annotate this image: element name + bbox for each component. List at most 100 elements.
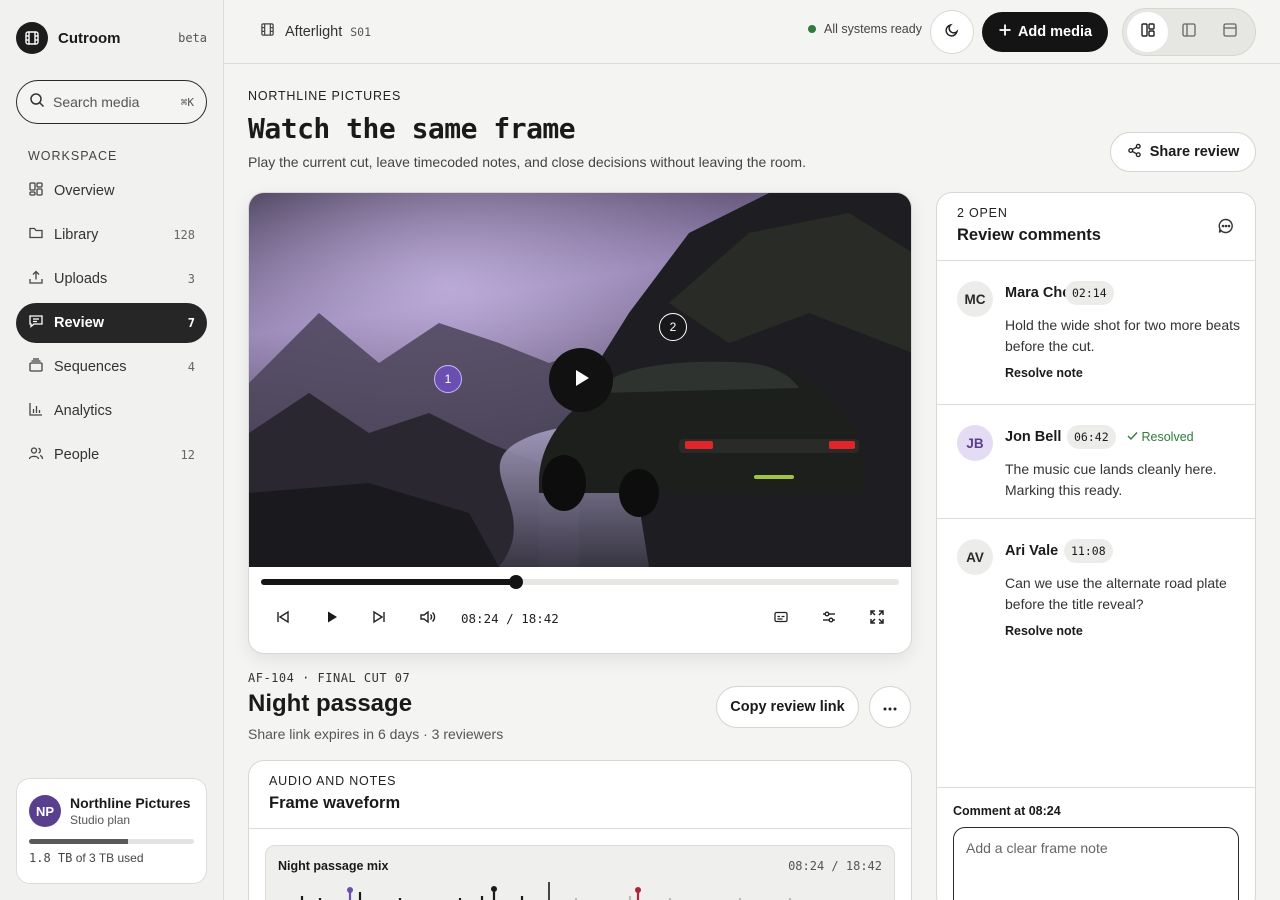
- share-review-label: Share review: [1149, 144, 1240, 160]
- sidebar-item-uploads[interactable]: Uploads 3: [16, 259, 207, 299]
- sidebar-item-label: Library: [54, 227, 99, 243]
- storage-used: 1.8 TB of 3 TB used: [29, 851, 194, 865]
- window-layout-icon: [1222, 22, 1238, 43]
- play-icon: [324, 609, 340, 630]
- scrubber-progress: [261, 579, 517, 585]
- layers-icon: [28, 357, 44, 377]
- page-title: Watch the same frame: [248, 112, 576, 145]
- avatar: MC: [957, 281, 993, 317]
- search-input[interactable]: Search media ⌘K: [16, 80, 207, 124]
- copy-review-link-button[interactable]: Copy review link: [716, 686, 859, 728]
- search-placeholder: Search media: [53, 94, 140, 110]
- sidebar-item-people[interactable]: People 12: [16, 435, 207, 475]
- theme-toggle-button[interactable]: [930, 10, 974, 54]
- people-icon: [28, 445, 44, 465]
- topbar: Afterlight S01 All systems ready Add med…: [224, 0, 1280, 64]
- sidebar-item-review[interactable]: Review 7: [16, 303, 207, 343]
- divider: [249, 828, 911, 829]
- comment-bubble-icon[interactable]: [1217, 217, 1235, 240]
- comment-item[interactable]: AV Ari Vale 11:08 Can we use the alterna…: [937, 519, 1255, 787]
- film-logo-icon: [16, 22, 48, 54]
- avatar: AV: [957, 539, 993, 575]
- sidebar-item-count: 3: [187, 272, 195, 286]
- upload-icon: [28, 269, 44, 289]
- layout-split-button[interactable]: [1127, 12, 1169, 52]
- sidebar-item-count: 128: [173, 228, 195, 242]
- status-text: All systems ready: [824, 22, 922, 36]
- comment-input[interactable]: [953, 827, 1239, 900]
- comment-timecode[interactable]: 02:14: [1065, 281, 1114, 305]
- split-layout-icon: [1140, 22, 1156, 43]
- skip-forward-button[interactable]: [367, 607, 391, 631]
- comment-author: Jon Bell: [1005, 429, 1062, 445]
- sidebar-item-overview[interactable]: Overview: [16, 171, 207, 211]
- account-card[interactable]: NP Northline Pictures Studio plan 1.8 TB…: [16, 778, 207, 884]
- comment-item[interactable]: MC Mara Chen 02:14 Hold the wide shot fo…: [937, 261, 1255, 405]
- comment-marker[interactable]: 1: [434, 365, 462, 393]
- video-frame[interactable]: 1 2: [249, 193, 911, 567]
- skip-back-button[interactable]: [271, 607, 295, 631]
- search-icon: [29, 92, 45, 113]
- scrubber[interactable]: [261, 575, 899, 589]
- app-tag: beta: [178, 31, 207, 45]
- sidebar-item-analytics[interactable]: Analytics: [16, 391, 207, 431]
- sidebar-item-count: 12: [180, 448, 195, 462]
- storage-total: of 3 TB used: [75, 851, 144, 865]
- brand[interactable]: Cutroom beta: [16, 22, 207, 54]
- media-meta: Share link expires in 6 days · 3 reviewe…: [248, 726, 504, 742]
- add-media-button[interactable]: Add media: [982, 12, 1108, 52]
- comment-timecode[interactable]: 11:08: [1064, 539, 1113, 563]
- big-play-button[interactable]: [549, 348, 613, 412]
- more-options-button[interactable]: [869, 686, 911, 728]
- layout-window-button[interactable]: [1210, 12, 1251, 52]
- grid-icon: [28, 181, 44, 201]
- comment-marker[interactable]: 2: [659, 313, 687, 341]
- settings-button[interactable]: [817, 607, 841, 631]
- sidebar-item-label: Sequences: [54, 359, 127, 375]
- sidebar-item-label: Review: [54, 315, 104, 331]
- check-icon: [1127, 430, 1138, 444]
- breadcrumb[interactable]: Afterlight S01: [260, 22, 371, 41]
- media-title: Night passage: [248, 690, 413, 717]
- comments-title: Review comments: [957, 226, 1101, 244]
- status-dot: [808, 25, 816, 33]
- sliders-icon: [821, 609, 837, 630]
- comment-timecode[interactable]: 06:42: [1067, 425, 1116, 449]
- share-review-button[interactable]: Share review: [1110, 132, 1256, 172]
- play-button[interactable]: [320, 607, 344, 631]
- volume-button[interactable]: [415, 607, 439, 631]
- view-switcher: [1122, 8, 1256, 56]
- account-name: Northline Pictures: [70, 795, 191, 811]
- share-icon: [1127, 143, 1142, 162]
- page-subtitle: Play the current cut, leave timecoded no…: [248, 154, 806, 170]
- waveform-panel[interactable]: Night passage mix 08:24 / 18:42: [265, 845, 895, 900]
- audio-title: Frame waveform: [269, 794, 401, 812]
- resolve-note-button[interactable]: Resolve note: [1005, 624, 1083, 638]
- layout-sidebar-button[interactable]: [1168, 12, 1209, 52]
- resolve-note-button[interactable]: Resolve note: [1005, 366, 1083, 380]
- sidebar-item-sequences[interactable]: Sequences 4: [16, 347, 207, 387]
- sidebar-layout-icon: [1181, 22, 1197, 43]
- comment-item[interactable]: JB Jon Bell 06:42 Resolved The music cue…: [937, 405, 1255, 519]
- avatar: JB: [957, 425, 993, 461]
- system-status: All systems ready: [808, 22, 922, 36]
- sidebar-item-count: 4: [187, 360, 195, 374]
- compose-label: Comment at 08:24: [953, 804, 1061, 818]
- message-icon: [28, 313, 44, 333]
- search-shortcut: ⌘K: [180, 95, 194, 109]
- fullscreen-button[interactable]: [865, 607, 889, 631]
- player-controls: 08:24 / 18:42: [249, 597, 911, 641]
- sidebar-item-library[interactable]: Library 128: [16, 215, 207, 255]
- scrubber-handle[interactable]: [509, 575, 524, 589]
- project-code: S01: [350, 24, 372, 39]
- play-icon: [570, 367, 592, 394]
- divider: [937, 787, 1255, 788]
- resolved-label: Resolved: [1141, 430, 1194, 444]
- account-plan: Studio plan: [70, 813, 131, 827]
- media-code: AF-104 · FINAL CUT 07: [248, 671, 411, 685]
- captions-button[interactable]: [769, 607, 793, 631]
- audio-eyebrow: AUDIO AND NOTES: [269, 774, 397, 788]
- fullscreen-icon: [869, 609, 885, 630]
- sidebar-item-label: Uploads: [54, 271, 108, 287]
- sidebar-item-label: Overview: [54, 183, 115, 199]
